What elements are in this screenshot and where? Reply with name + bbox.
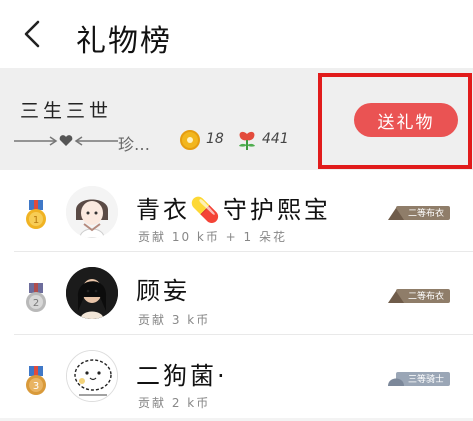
doodle-face-avatar-icon <box>67 351 117 401</box>
gold-medal-icon: 1 <box>26 200 46 229</box>
coin-icon <box>180 130 200 150</box>
rank-title-badge: 二等布衣 <box>386 204 450 222</box>
contribution-text: 贡献 2 k币 <box>138 396 211 410</box>
send-gift-button[interactable]: 送礼物 <box>354 103 458 137</box>
row-divider <box>14 251 473 252</box>
user-motto: 珍… <box>14 130 164 154</box>
chevron-left-icon <box>24 20 40 48</box>
avatar[interactable] <box>66 350 118 402</box>
arrow-heart-decoration-icon <box>14 135 118 146</box>
anime-girl-avatar-icon <box>66 186 118 238</box>
rank-title-badge: 三等骑士 <box>386 370 450 388</box>
user-name: 青衣💊守护熙宝 <box>136 196 331 224</box>
rose-icon <box>239 131 255 150</box>
rank-title-text: 二等布衣 <box>408 292 445 302</box>
ranking-row-3[interactable]: 3 二狗菌· 贡献 2 k币 三等骑士 <box>0 336 473 418</box>
user-motto-text: 珍… <box>118 135 151 154</box>
bronze-medal-icon: 3 <box>26 366 46 395</box>
girl-photo-avatar-icon <box>66 267 118 319</box>
user-name: 二狗菌· <box>136 362 228 390</box>
avatar[interactable] <box>66 186 118 238</box>
svg-text:1: 1 <box>33 215 39 226</box>
silver-medal-icon: 2 <box>26 283 46 312</box>
user-name: 三生三世 <box>20 100 113 122</box>
page-title: 礼物榜 <box>76 24 172 59</box>
rank-title-text: 二等布衣 <box>408 209 445 219</box>
user-name: 顾妄 <box>136 277 190 305</box>
rank-title-text: 三等骑士 <box>408 375 445 385</box>
svg-text:3: 3 <box>33 381 39 392</box>
back-button[interactable] <box>14 14 54 54</box>
flower-count: 441 <box>262 131 289 147</box>
coin-count: 18 <box>206 131 224 147</box>
ranking-row-2[interactable]: 2 顾妄 贡献 3 k币 二等布衣 <box>0 253 473 335</box>
svg-text:2: 2 <box>33 298 39 309</box>
top-bar: 礼物榜 <box>0 0 473 68</box>
rank-title-badge: 二等布衣 <box>386 287 450 305</box>
row-divider <box>14 334 473 335</box>
contribution-text: 贡献 10 k币 + 1 朵花 <box>138 230 287 244</box>
avatar[interactable] <box>66 267 118 319</box>
contribution-text: 贡献 3 k币 <box>138 313 211 327</box>
ranking-row-1[interactable]: 1 青衣💊守护熙宝 贡献 10 k币 + 1 朵花 二等布衣 <box>0 170 473 252</box>
